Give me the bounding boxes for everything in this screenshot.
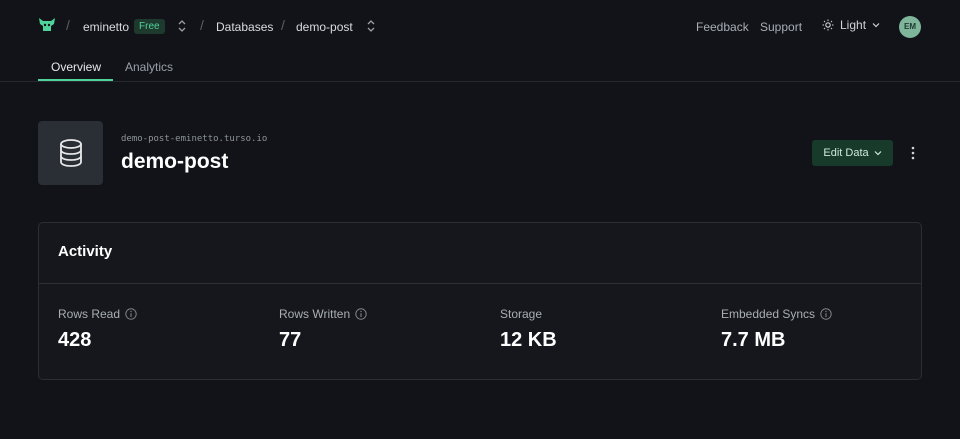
- metric-label: Rows Read: [58, 307, 121, 321]
- metric-label: Embedded Syncs: [721, 307, 816, 321]
- activity-card: Activity Rows Read 428 Rows Written 77 S…: [38, 222, 922, 380]
- plan-badge: Free: [134, 19, 165, 34]
- active-tab-indicator: [38, 79, 113, 81]
- metric-rows-read: Rows Read 428: [58, 307, 137, 352]
- more-options-icon[interactable]: [905, 144, 921, 162]
- tab-overview[interactable]: Overview: [51, 60, 101, 74]
- metric-label: Rows Written: [279, 307, 351, 321]
- database-switcher-icon[interactable]: [366, 19, 376, 33]
- database-icon-box: [38, 121, 103, 185]
- database-url[interactable]: demo-post-eminetto.turso.io: [121, 134, 267, 144]
- theme-toggle[interactable]: Light: [822, 18, 880, 32]
- metric-value: 77: [279, 329, 302, 351]
- edit-data-label: Edit Data: [823, 147, 869, 159]
- info-icon[interactable]: [125, 308, 137, 320]
- info-icon[interactable]: [355, 308, 367, 320]
- metric-value: 12 KB: [500, 329, 557, 351]
- breadcrumb-separator: /: [281, 17, 285, 33]
- breadcrumb-databases[interactable]: Databases: [216, 20, 273, 34]
- breadcrumb-database[interactable]: demo-post: [296, 20, 353, 34]
- turso-logo-icon[interactable]: [38, 16, 56, 34]
- activity-title: Activity: [58, 243, 113, 260]
- chevron-down-icon: [872, 23, 880, 28]
- breadcrumb-separator: /: [66, 17, 70, 33]
- org-switcher-icon[interactable]: [177, 19, 187, 33]
- metric-value: 428: [58, 329, 92, 351]
- page-title: demo-post: [121, 150, 229, 173]
- divider: [39, 283, 921, 284]
- support-link[interactable]: Support: [760, 20, 802, 34]
- info-icon[interactable]: [820, 308, 832, 320]
- metric-value: 7.7 MB: [721, 329, 786, 351]
- edit-data-button[interactable]: Edit Data: [812, 140, 893, 166]
- tab-bar: Overview Analytics: [0, 52, 960, 82]
- sun-icon: [822, 19, 834, 31]
- metric-rows-written: Rows Written 77: [279, 307, 367, 352]
- tab-analytics[interactable]: Analytics: [125, 60, 173, 74]
- metric-label: Storage: [500, 307, 543, 321]
- theme-label: Light: [840, 18, 867, 32]
- breadcrumb-org[interactable]: eminetto: [83, 20, 129, 34]
- top-bar: / eminetto Free / Databases / demo-post …: [0, 0, 960, 52]
- metric-embedded-syncs: Embedded Syncs 7.7 MB: [721, 307, 832, 352]
- chevron-down-icon: [874, 151, 882, 156]
- metric-storage: Storage 12 KB: [500, 307, 557, 352]
- database-icon: [59, 139, 82, 167]
- breadcrumb-separator: /: [200, 17, 204, 33]
- feedback-link[interactable]: Feedback: [696, 20, 749, 34]
- avatar[interactable]: EM: [899, 16, 921, 38]
